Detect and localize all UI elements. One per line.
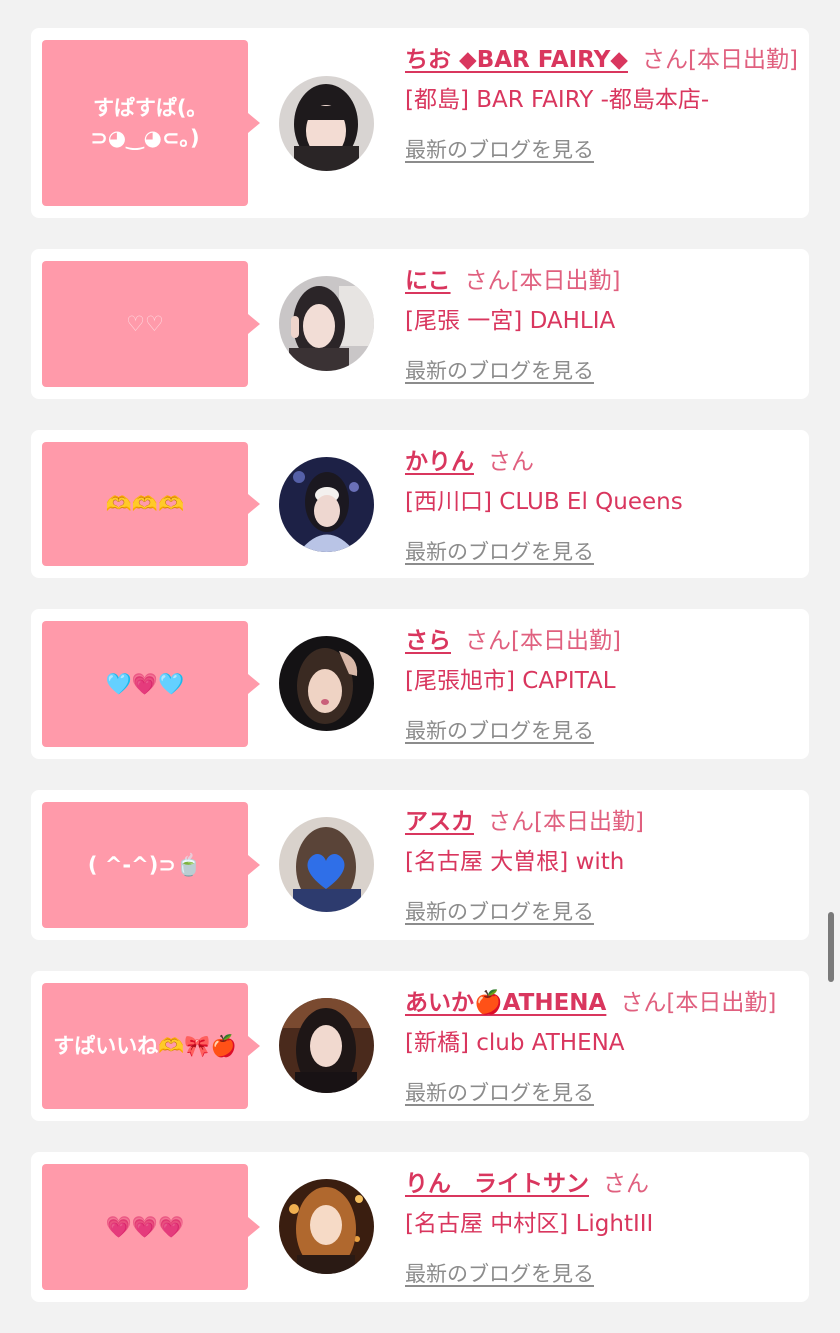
avatar[interactable] — [279, 457, 374, 552]
avatar[interactable] — [279, 76, 374, 171]
girl-name-link[interactable]: かりん — [405, 449, 474, 475]
message-bubble: 💗💗💗 — [42, 1164, 260, 1290]
avatar[interactable] — [279, 276, 374, 371]
girl-name-link[interactable]: ちお ◆BAR FAIRY◆ — [405, 47, 628, 73]
message-text: 🫶🫶🫶 — [105, 491, 185, 516]
girl-info: かりん さん [西川口] CLUB El Queens 最新のブログを見る — [405, 442, 799, 572]
list-item: すぱすぱ(｡⊃◕‿◕⊂｡) ちお ◆BAR FAIRY◆ さん[本日出勤] [都島… — [31, 28, 809, 218]
avatar[interactable] — [279, 817, 374, 912]
avatar[interactable] — [279, 636, 374, 731]
girl-name-link[interactable]: あいか🍎ATHENA — [405, 990, 606, 1016]
shop-text: [新橋] club ATHENA — [405, 1030, 625, 1056]
message-bubble: 🫶🫶🫶 — [42, 442, 260, 566]
shop-text: [尾張 一宮] DAHLIA — [405, 308, 616, 334]
message-bubble: 🩵💗🩵 — [42, 621, 260, 747]
message-bubble: ( ^-^)⊃🍵 — [42, 802, 260, 928]
girl-name-link[interactable]: アスカ — [405, 809, 474, 835]
shop-text: [尾張旭市] CAPITAL — [405, 668, 616, 694]
list-item: ( ^-^)⊃🍵 アスカ さん[本日出勤] [名古屋 大曽根] with 最新のブ… — [31, 790, 809, 940]
message-bubble: すぱいいね🫶🎀🍎 — [42, 983, 260, 1109]
girl-name-link[interactable]: さら — [405, 628, 451, 654]
girl-info: あいか🍎ATHENA さん[本日出勤] [新橋] club ATHENA 最新のブ… — [405, 983, 799, 1113]
status-text: さん[本日出勤] — [488, 809, 644, 835]
status-text: さん — [488, 449, 534, 475]
message-bubble: ♡♡ — [42, 261, 260, 387]
shop-text: [名古屋 大曽根] with — [405, 849, 625, 875]
message-text: ♡♡ — [126, 311, 164, 336]
status-text: さん[本日出勤] — [620, 990, 777, 1016]
message-text: ( ^-^)⊃🍵 — [87, 852, 203, 877]
girl-info: ちお ◆BAR FAIRY◆ さん[本日出勤] [都島] BAR FAIRY -都… — [405, 40, 799, 170]
latest-blog-link[interactable]: 最新のブログを見る — [405, 351, 799, 391]
message-text: 💗💗💗 — [105, 1214, 185, 1239]
latest-blog-link[interactable]: 最新のブログを見る — [405, 532, 799, 572]
latest-blog-link[interactable]: 最新のブログを見る — [405, 1254, 799, 1294]
status-text: さん — [603, 1171, 649, 1197]
avatar[interactable] — [279, 998, 374, 1093]
message-text: すぱいいね🫶🎀🍎 — [53, 1033, 237, 1058]
scrollbar[interactable] — [828, 912, 834, 982]
message-text: 🩵💗🩵 — [105, 671, 185, 696]
girl-info: アスカ さん[本日出勤] [名古屋 大曽根] with 最新のブログを見る — [405, 802, 799, 932]
list-item: 🫶🫶🫶 かりん さん [西川口] CLUB El Queens 最新のブログを見る — [31, 430, 809, 578]
list-item: 🩵💗🩵 さら さん[本日出勤] [尾張旭市] CAPITAL 最新のブログを見る — [31, 609, 809, 759]
latest-blog-link[interactable]: 最新のブログを見る — [405, 892, 799, 932]
list-item: すぱいいね🫶🎀🍎 あいか🍎ATHENA さん[本日出勤] [新橋] club AT… — [31, 971, 809, 1121]
avatar[interactable] — [279, 1179, 374, 1274]
status-text: さん[本日出勤] — [464, 268, 621, 294]
status-text: さん[本日出勤] — [465, 628, 621, 654]
latest-blog-link[interactable]: 最新のブログを見る — [405, 711, 799, 751]
message-text: すぱすぱ(｡⊃◕‿◕⊂｡) — [90, 95, 200, 150]
girl-info: にこ さん[本日出勤] [尾張 一宮] DAHLIA 最新のブログを見る — [405, 261, 799, 391]
girl-info: さら さん[本日出勤] [尾張旭市] CAPITAL 最新のブログを見る — [405, 621, 799, 751]
girl-name-link[interactable]: りん ライトサン — [405, 1171, 589, 1197]
list-item: ♡♡ にこ さん[本日出勤] [尾張 一宮] DAHLIA 最新のブログを見る — [31, 249, 809, 399]
blog-list: すぱすぱ(｡⊃◕‿◕⊂｡) ちお ◆BAR FAIRY◆ さん[本日出勤] [都島… — [31, 28, 809, 1333]
latest-blog-link[interactable]: 最新のブログを見る — [405, 130, 799, 170]
shop-text: [西川口] CLUB El Queens — [405, 489, 683, 515]
girl-name-link[interactable]: にこ — [405, 268, 451, 294]
shop-text: [名古屋 中村区] LightIII — [405, 1211, 654, 1237]
list-item: 💗💗💗 りん ライトサン さん [名古屋 中村区] LightIII 最新のブログ… — [31, 1152, 809, 1302]
latest-blog-link[interactable]: 最新のブログを見る — [405, 1073, 799, 1113]
status-text: さん[本日出勤] — [641, 47, 798, 73]
girl-info: りん ライトサン さん [名古屋 中村区] LightIII 最新のブログを見る — [405, 1164, 799, 1294]
shop-text: [都島] BAR FAIRY -都島本店- — [405, 87, 710, 113]
message-bubble: すぱすぱ(｡⊃◕‿◕⊂｡) — [42, 40, 260, 206]
